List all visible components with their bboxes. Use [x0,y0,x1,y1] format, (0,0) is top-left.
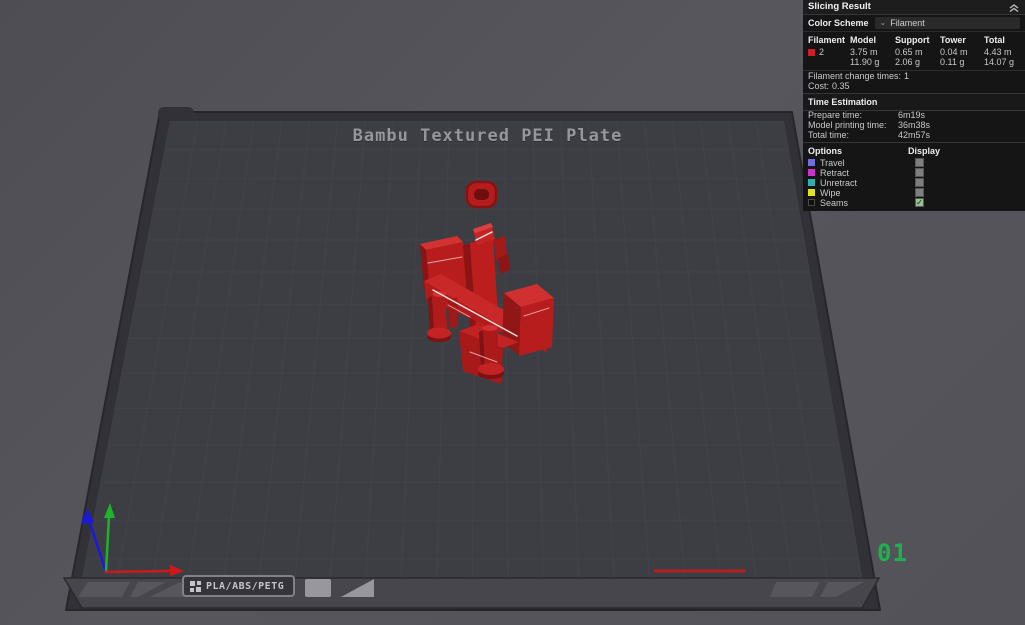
plate-title-label: Bambu Textured PEI Plate [352,126,623,146]
cost-row: Cost: 0.35 [803,81,1025,91]
time-value: 36m38s [898,120,931,131]
filament-table-header: Model [850,34,876,45]
panel-title-text: Slicing Result [808,1,871,12]
filament-table-header: Support [895,34,930,45]
option-label: Travel [820,157,845,168]
chevron-down-icon: ⌄ [879,17,887,27]
option-label: Seams [820,197,849,208]
filament-table: Filament Model Support Tower Total 2 3.75 m 11… [803,32,1025,72]
axis-x-arrow [104,569,172,574]
time-value: 6m19s [898,110,926,121]
option-row-wipe: Wipe [803,188,1025,198]
time-row: Model printing time: 36m38s [803,120,1025,131]
display-title: Display [908,145,941,156]
slicing-result-panel: Slicing Result Color Scheme ⌄ Filament F… [803,0,1025,211]
filament-change-value: 1 [904,71,910,82]
option-row-travel: Travel [803,158,1025,168]
filament-cell: 2 [808,46,850,68]
cost-label: Cost: [808,81,830,92]
time-row: Total time: 42m57s [803,130,1025,141]
time-estimation-rows: Prepare time: 6m19s Model printing time: 36… [803,110,1025,141]
filament-table-header: Tower [940,34,966,45]
panel-header: Slicing Result [803,0,1025,15]
option-row-unretract: Unretract [803,178,1025,188]
wipe-color-swatch [808,189,815,197]
seams-display-checkbox[interactable]: ✓ [915,198,924,208]
time-estimation-header: Time Estimation [803,93,1025,111]
filament-value-cell: 0.04 m 0.11 g [940,47,968,68]
unretract-color-swatch [808,179,815,187]
travel-color-swatch [808,159,815,167]
filament-table-header: Total [984,34,1005,45]
collapse-panel-icon[interactable] [1008,3,1020,12]
filament-value-cell: 4.43 m 14.07 g [984,47,1015,68]
options-header-row: Options Display [803,141,1025,158]
color-scheme-dropdown[interactable]: ⌄ Filament [874,16,1020,29]
time-row: Prepare time: 6m19s [803,110,1025,121]
wipe-display-checkbox[interactable] [915,188,924,198]
filament-table-header: Filament [808,34,846,45]
option-label: Retract [820,167,850,178]
retract-display-checkbox[interactable] [915,168,924,178]
filament-change-label: Filament change times: [808,71,902,82]
color-scheme-label: Color Scheme [808,17,869,28]
option-label: Wipe [820,187,841,198]
plate-mark-square [305,579,331,597]
time-label: Total time: [808,130,850,141]
plate-material-tag: PLA/ABS/PETG [182,575,296,597]
option-label: Unretract [820,177,858,188]
time-label: Prepare time: [808,110,863,121]
time-value: 42m57s [898,130,931,141]
filament-color-swatch [808,49,815,57]
filament-change-times: Filament change times: 1 [803,71,1025,81]
plate-material-text: PLA/ABS/PETG [206,580,285,592]
travel-display-checkbox[interactable] [915,158,924,168]
unretract-display-checkbox[interactable] [915,178,924,188]
qr-icon [190,580,201,592]
model-ring-part[interactable] [465,180,498,209]
filament-value-cell: 0.65 m 2.06 g [895,47,923,68]
option-row-retract: Retract [803,168,1025,178]
options-title: Options [808,145,842,156]
plate-corner-tab [158,107,194,121]
option-row-seams: Seams ✓ [803,198,1025,208]
color-scheme-value: Filament [890,17,925,28]
plate-number-badge[interactable]: 01 [877,539,908,567]
cost-value: 0.35 [832,81,850,92]
filament-value-cell: 3.75 m 11.90 g [850,47,880,68]
color-scheme-row: Color Scheme ⌄ Filament [803,15,1025,32]
options-rows: Travel Retract Unretract Wipe Seams ✓ [803,158,1025,208]
time-label: Model printing time: [808,120,887,131]
seams-color-swatch [808,199,815,207]
retract-color-swatch [808,169,815,177]
